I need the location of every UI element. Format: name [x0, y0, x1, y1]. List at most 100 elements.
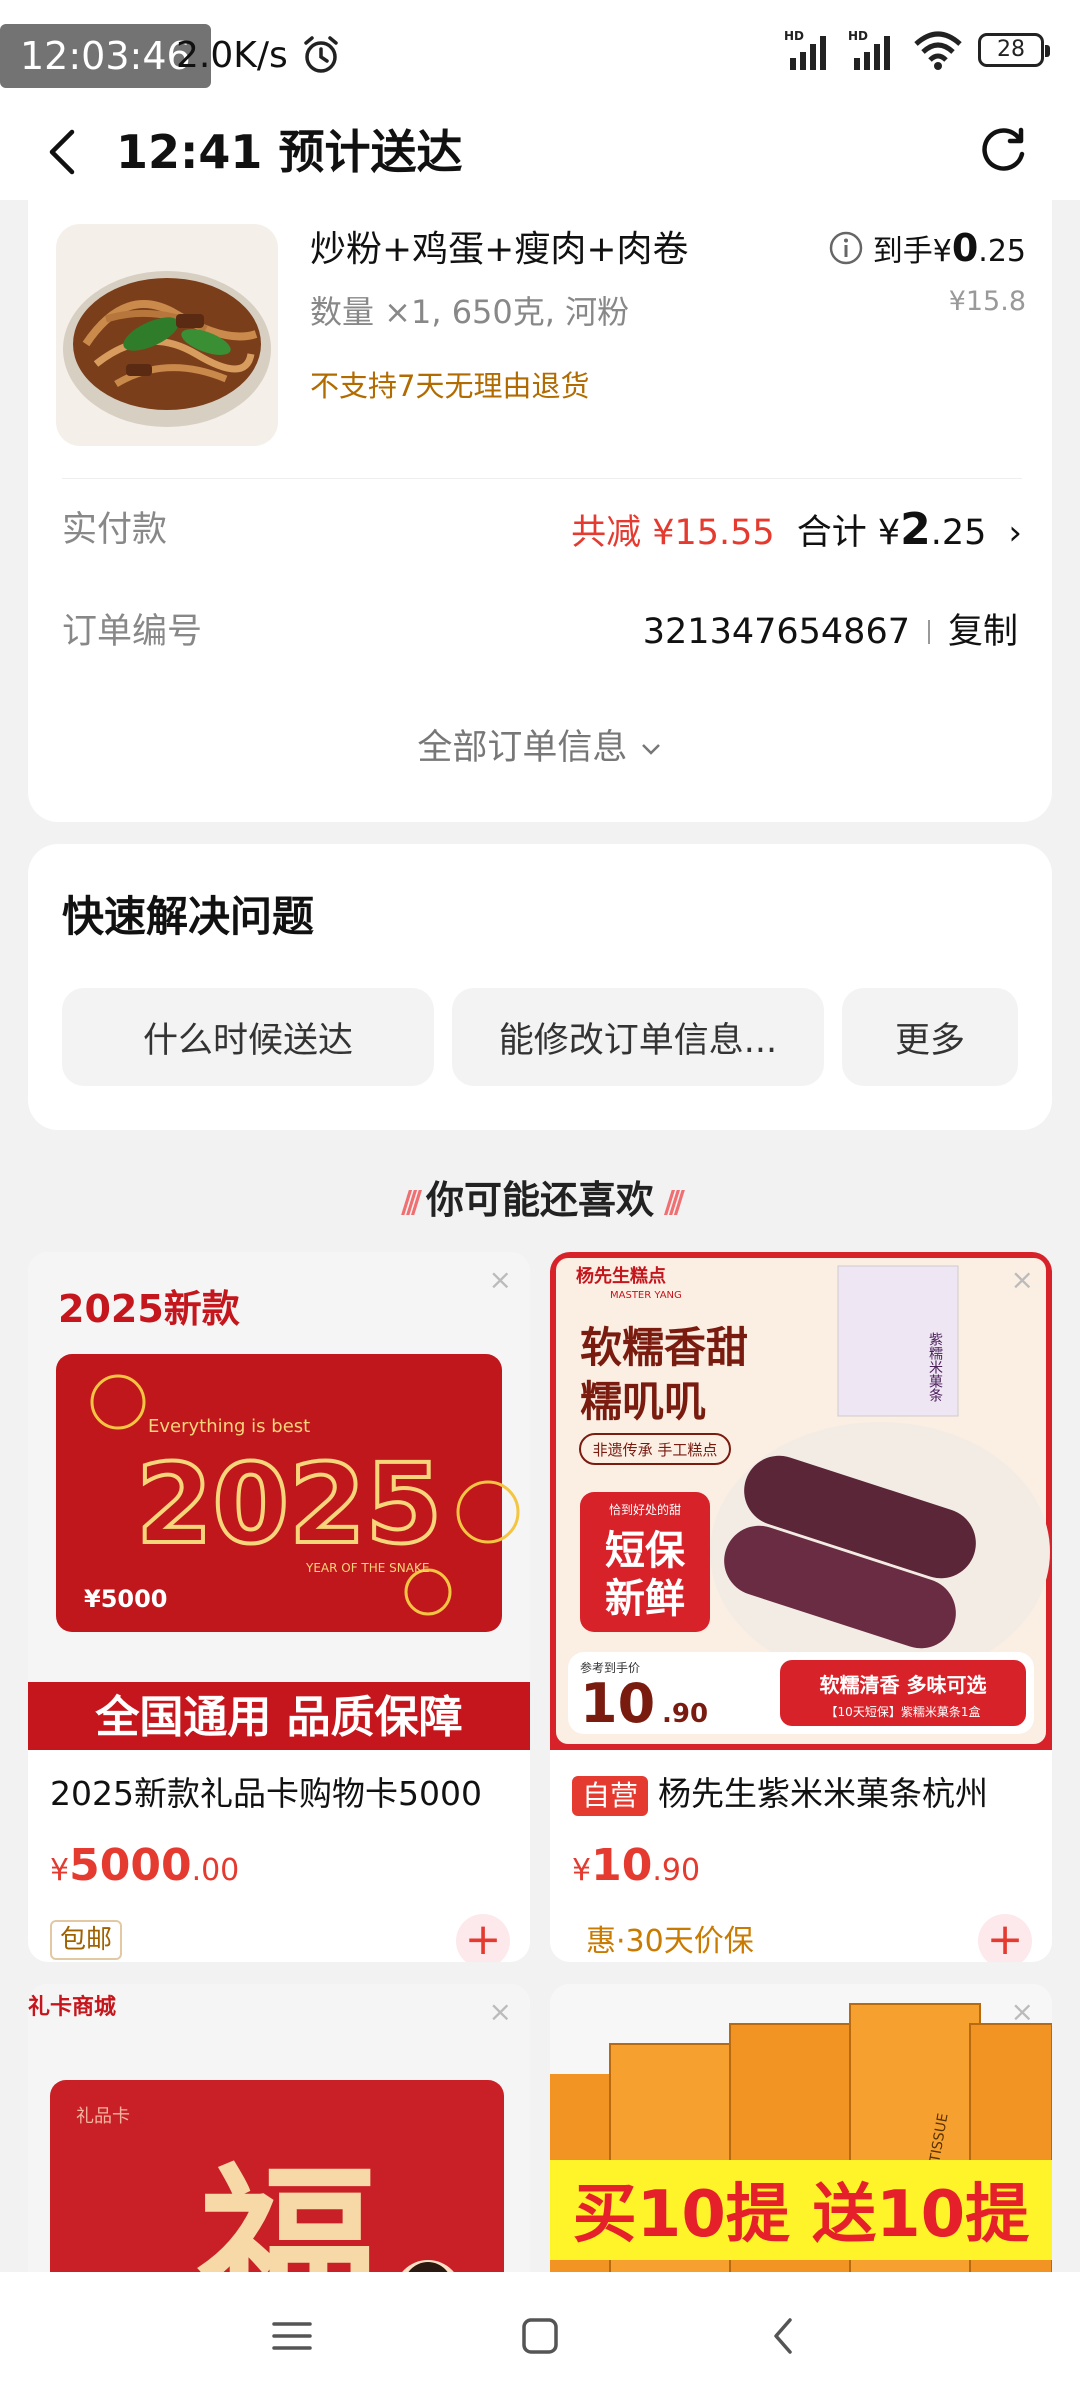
quick-solve-card: 快速解决问题 什么时候送达 能修改订单信息... 更多	[28, 844, 1052, 1130]
separator	[927, 620, 930, 644]
order-number-row: 321347654867 复制	[643, 604, 1018, 660]
product-image[interactable]	[56, 224, 278, 446]
gift-card-sub: YEAR OF THE SNAKE	[305, 1561, 429, 1575]
total-dec: .25	[930, 513, 987, 553]
box-text: 紫糯米菓条	[927, 1332, 943, 1402]
product-price: ¥10.90	[572, 1836, 700, 1901]
ref-price-int: 10	[580, 1672, 655, 1735]
all-order-info-button[interactable]: 全部订单信息	[28, 720, 1052, 776]
product-title: 2025新款礼品卡购物卡5000	[50, 1774, 482, 1813]
modify-order-button[interactable]: 能修改订单信息...	[452, 988, 824, 1086]
product-card-rice-cake[interactable]: 杨先生糕点 MASTER YANG 软糯香甜 糯叽叽 非遗传承 手工糕点 紫糯米…	[550, 1252, 1052, 1962]
price-int: 10	[591, 1840, 653, 1891]
all-order-info-label: 全部订单信息	[417, 728, 628, 768]
return-policy: 不支持7天无理由退货	[310, 369, 590, 403]
product-name[interactable]: 炒粉+鸡蛋+瘦肉+肉卷	[310, 226, 689, 274]
wifi-icon	[914, 31, 962, 70]
price-int: 5000	[69, 1840, 192, 1891]
fresh-2: 新鲜	[605, 1576, 685, 1622]
brand-en: MASTER YANG	[610, 1290, 682, 1301]
to-hand-price: 到手¥0.25	[873, 222, 1026, 278]
price-currency: ¥	[50, 1853, 70, 1888]
alarm-icon	[304, 36, 338, 73]
price-dec: .00	[191, 1853, 240, 1888]
svg-text:HD: HD	[784, 29, 804, 43]
close-icon[interactable]: ×	[1011, 1266, 1034, 1294]
page-title: 12:41 预计送达	[116, 125, 463, 179]
rice-cake-image: 杨先生糕点 MASTER YANG 软糯香甜 糯叽叽 非遗传承 手工糕点 紫糯米…	[550, 1252, 1052, 1750]
saving-amount: 共减 ¥15.55	[571, 513, 775, 553]
add-to-cart-button[interactable]: +	[978, 1914, 1032, 1962]
product-card-gift-card[interactable]: 2025新款 Everything is best 2025 YEAR OF T…	[28, 1252, 530, 1962]
price-dec: .90	[652, 1853, 701, 1888]
decor-right-icon: ///	[664, 1184, 685, 1220]
nav-back-icon[interactable]	[756, 2308, 812, 2364]
close-icon[interactable]: ×	[489, 1266, 512, 1294]
svg-text:HD: HD	[848, 29, 868, 43]
system-nav-bar	[0, 2272, 1080, 2400]
more-button[interactable]: 更多	[842, 988, 1018, 1086]
battery-icon: 28	[978, 33, 1050, 67]
fresh-1: 短保	[605, 1528, 686, 1574]
paid-label: 实付款	[62, 510, 168, 550]
card-label: 礼品卡	[76, 2106, 130, 2127]
brand-name: 杨先生糕点	[576, 1265, 666, 1287]
headline-2: 糯叽叽	[580, 1377, 706, 1426]
page-header: 12:41 预计送达	[0, 104, 1080, 200]
recommend-title: /// 你可能还喜欢 ///	[0, 1168, 1080, 1235]
paid-detail[interactable]: 共减 ¥15.55 合计 ¥2.25 ›	[571, 502, 1022, 561]
gift-card-year: 2025	[136, 1440, 442, 1568]
shop-name: 礼卡商城	[28, 1994, 116, 2020]
original-price: ¥15.8	[948, 286, 1026, 317]
spec-text: 【10天短保】紫糯米菓条1盒	[826, 1704, 981, 1719]
tissue-banner: 买10提 送10提	[573, 2178, 1029, 2252]
chevron-down-icon	[641, 744, 660, 755]
self-operated-badge: 自营	[572, 1775, 649, 1816]
chevron-right-icon: ›	[1008, 513, 1022, 553]
product-title: 自营 杨先生紫米米菓条杭州	[572, 1766, 1042, 1822]
gift-card-headline: 2025新款	[58, 1287, 240, 1331]
status-bar: 12:03:46 2.0K/s HD HD 28	[0, 0, 1080, 104]
divider	[62, 478, 1022, 479]
total-label: 合计 ¥	[796, 513, 901, 553]
recommend-title-text: 你可能还喜欢	[425, 1178, 654, 1222]
order-number: 321347654867	[642, 612, 910, 652]
copy-button[interactable]: 复制	[948, 604, 1018, 660]
menu-icon[interactable]	[264, 2308, 320, 2364]
fresh-tag: 恰到好处的甜	[609, 1502, 681, 1517]
product-title-text: 杨先生紫米米菓条杭州	[658, 1774, 989, 1813]
network-speed: 2.0K/s	[176, 35, 288, 76]
add-to-cart-button[interactable]: +	[456, 1914, 510, 1962]
gift-card-image: 2025新款 Everything is best 2025 YEAR OF T…	[28, 1252, 530, 1750]
product-spec: 数量 ×1, 650克, 河粉	[310, 293, 630, 331]
when-delivered-button[interactable]: 什么时候送达	[62, 988, 434, 1086]
price-protect-perk: 惠·30天价保	[586, 1924, 754, 1959]
total-amount: 合计 ¥2.25	[797, 502, 987, 561]
order-card: 炒粉+鸡蛋+瘦肉+肉卷 数量 ×1, 650克, 河粉 不支持7天无理由退货 到…	[28, 200, 1052, 822]
quick-solve-title: 快速解决问题	[62, 892, 315, 941]
decor-left-icon: ///	[401, 1184, 422, 1220]
gift-card-banner: 全国通用 品质保障	[94, 1692, 462, 1743]
image-subtitle: 非遗传承 手工糕点	[593, 1441, 718, 1459]
taste-text: 软糯清香 多味可选	[820, 1673, 987, 1697]
gift-card-value: ¥5000	[84, 1585, 168, 1613]
home-icon[interactable]	[512, 2308, 568, 2364]
total-int: 2	[900, 504, 931, 555]
to-hand-int: 0	[951, 226, 979, 270]
product-price: ¥5000.00	[50, 1836, 239, 1901]
refresh-icon[interactable]	[976, 124, 1030, 178]
gift-card-slogan: Everything is best	[148, 1416, 310, 1437]
to-hand-label: 到手¥	[872, 234, 952, 269]
info-icon[interactable]	[828, 230, 864, 266]
close-icon[interactable]: ×	[489, 1998, 512, 2026]
headline-1: 软糯香甜	[580, 1323, 748, 1372]
signal-hd-icon-2: HD	[848, 29, 890, 70]
to-hand-dec: .25	[978, 234, 1026, 269]
free-shipping-tag: 包邮	[50, 1920, 123, 1960]
order-number-label: 订单编号	[62, 612, 203, 652]
signal-hd-icon: HD	[784, 29, 826, 70]
close-icon[interactable]: ×	[1011, 1998, 1034, 2026]
ref-price-dec: .90	[662, 1699, 708, 1729]
price-currency: ¥	[572, 1853, 592, 1888]
back-icon[interactable]	[44, 126, 80, 178]
